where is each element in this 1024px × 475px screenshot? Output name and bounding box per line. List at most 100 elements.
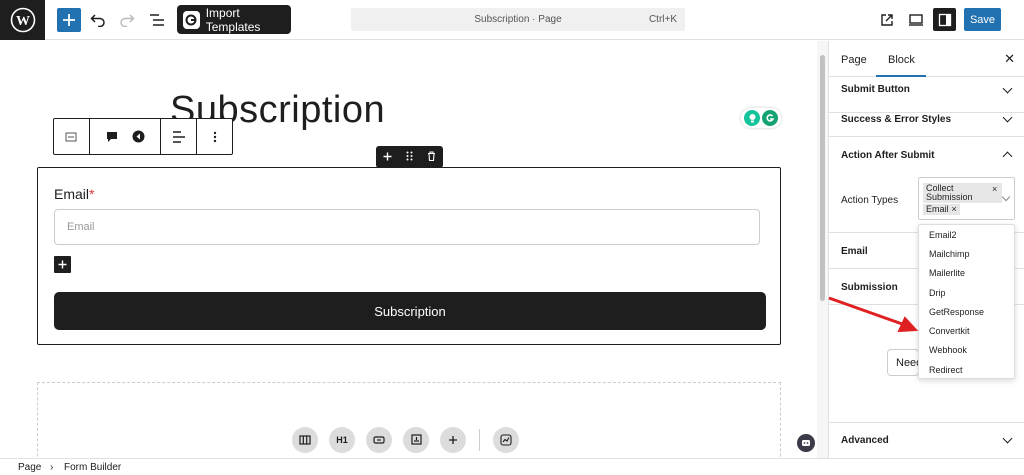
trash-icon[interactable] xyxy=(427,150,436,164)
block-options-button[interactable] xyxy=(197,119,232,154)
list-view-icon xyxy=(150,14,164,26)
play-circle-icon[interactable] xyxy=(132,130,145,143)
chevron-down-icon xyxy=(1002,433,1013,444)
grammarly-widget[interactable] xyxy=(741,108,781,128)
chip-label: Collect Submission xyxy=(926,183,973,202)
button-block-button[interactable] xyxy=(366,426,392,453)
align-button[interactable] xyxy=(161,119,198,154)
subscription-form-block[interactable]: Email* Email Subscription xyxy=(37,167,781,345)
panel-title-success-error: Success & Error Styles xyxy=(841,114,952,125)
email-input[interactable]: Email xyxy=(54,209,760,245)
save-button[interactable]: Save xyxy=(964,8,1001,31)
redo-button[interactable] xyxy=(115,8,139,32)
ai-block-button[interactable] xyxy=(493,426,519,453)
tab-block[interactable]: Block xyxy=(888,54,915,66)
add-inner-block-icon[interactable] xyxy=(383,150,392,164)
action-types-label: Action Types xyxy=(841,195,899,206)
breadcrumb: Page › Form Builder xyxy=(0,458,1024,475)
inner-block-toolbar xyxy=(376,146,443,168)
panel-title-action-after-submit[interactable]: Action After Submit xyxy=(841,150,935,161)
document-title: Subscription · Page xyxy=(474,14,562,25)
inserter-divider xyxy=(479,428,480,451)
panel-title-email: Email xyxy=(841,246,868,257)
media-text-icon xyxy=(410,434,422,445)
remove-chip-icon[interactable]: × xyxy=(992,184,997,194)
lightbulb-icon xyxy=(744,110,760,126)
canvas-scrollbar[interactable] xyxy=(817,41,828,458)
plus-icon xyxy=(449,435,457,444)
block-extra-tools xyxy=(90,119,162,154)
document-overview-button[interactable] xyxy=(145,8,169,32)
gutenkit-logo-icon xyxy=(183,10,200,29)
action-types-dropdown: Email2 Mailchimp Mailerlite Drip GetResp… xyxy=(918,224,1015,379)
breadcrumb-form-builder[interactable]: Form Builder xyxy=(64,462,121,473)
option-redirect[interactable]: Redirect xyxy=(919,360,1014,379)
more-vertical-icon xyxy=(213,131,216,142)
panel-advanced[interactable]: Advanced xyxy=(829,422,1024,458)
email-field-label: Email* xyxy=(54,186,94,202)
canvas-scroll-thumb[interactable] xyxy=(820,55,825,301)
columns-icon xyxy=(299,434,311,445)
chatbot-icon[interactable] xyxy=(797,434,815,452)
email-label-text: Email xyxy=(54,186,90,202)
add-block-button[interactable] xyxy=(57,8,81,32)
panel-success-error[interactable]: Success & Error Styles xyxy=(829,101,1024,137)
editor-canvas: Subscription Email* Email Subscription H… xyxy=(0,41,817,458)
option-getresponse[interactable]: GetResponse xyxy=(919,302,1014,321)
form-block-icon xyxy=(65,132,77,141)
action-types-multiselect[interactable]: Collect Submission Email × × xyxy=(918,177,1015,220)
command-palette-bar[interactable]: Subscription · Page Ctrl+K xyxy=(351,8,685,31)
block-toolbar xyxy=(53,118,233,155)
chip-collect-submission: Collect Submission xyxy=(923,183,1002,203)
undo-button[interactable] xyxy=(86,8,110,32)
plus-icon xyxy=(58,260,67,269)
columns-block-button[interactable] xyxy=(292,426,318,453)
chevron-down-icon[interactable] xyxy=(1001,192,1011,202)
image-block-button[interactable] xyxy=(403,426,429,453)
import-templates-button[interactable]: Import Templates xyxy=(177,5,291,34)
chevron-down-icon xyxy=(1002,112,1013,123)
import-templates-label: Import Templates xyxy=(205,5,261,34)
redo-icon xyxy=(120,14,135,27)
sidebar-icon xyxy=(938,13,951,26)
chip-email: Email × xyxy=(923,204,960,215)
align-left-icon xyxy=(172,130,185,143)
heading-block-button[interactable]: H1 xyxy=(329,426,355,453)
chevron-up-icon[interactable] xyxy=(1002,151,1013,162)
desktop-icon xyxy=(909,14,923,26)
comment-icon[interactable] xyxy=(106,131,118,143)
breadcrumb-page[interactable]: Page xyxy=(18,462,41,473)
option-mailerlite[interactable]: Mailerlite xyxy=(919,264,1014,283)
subscription-submit-button[interactable]: Subscription xyxy=(54,292,766,330)
settings-sidebar-toggle[interactable] xyxy=(933,8,956,31)
external-link-icon xyxy=(881,14,893,26)
button-block-icon xyxy=(373,435,385,444)
quick-inserter-row: H1 xyxy=(292,426,519,453)
option-email2[interactable]: Email2 xyxy=(919,225,1014,244)
remove-chip-icon[interactable]: × xyxy=(952,204,957,214)
panel-title-submit-button: Submit Button xyxy=(841,84,910,95)
block-type-button[interactable] xyxy=(54,119,90,154)
preview-button[interactable] xyxy=(904,8,928,32)
drag-handle-icon[interactable] xyxy=(406,150,413,164)
wordpress-icon: W xyxy=(10,7,35,33)
chevron-down-icon xyxy=(1002,83,1013,94)
option-convertkit[interactable]: Convertkit xyxy=(919,321,1014,340)
wordpress-logo-button[interactable]: W xyxy=(0,0,45,40)
option-webhook[interactable]: Webhook xyxy=(919,341,1014,360)
option-mailchimp[interactable]: Mailchimp xyxy=(919,244,1014,263)
add-block-inline-button[interactable] xyxy=(440,426,466,453)
panel-title-submission: Submission xyxy=(841,282,898,293)
required-asterisk: * xyxy=(89,186,95,202)
view-page-button[interactable] xyxy=(875,8,899,32)
grammarly-icon xyxy=(762,110,778,126)
add-field-button[interactable] xyxy=(54,256,71,273)
sidebar-tabs: Page Block ✕ xyxy=(829,41,1024,77)
undo-icon xyxy=(90,14,105,27)
top-toolbar: W Import Templates Subscription · Page C… xyxy=(0,0,1024,40)
shortcut-hint: Ctrl+K xyxy=(648,14,677,25)
option-drip[interactable]: Drip xyxy=(919,283,1014,302)
close-icon[interactable]: ✕ xyxy=(1004,51,1015,67)
needs-help-button[interactable]: Need xyxy=(887,349,919,376)
tab-page[interactable]: Page xyxy=(841,54,867,66)
